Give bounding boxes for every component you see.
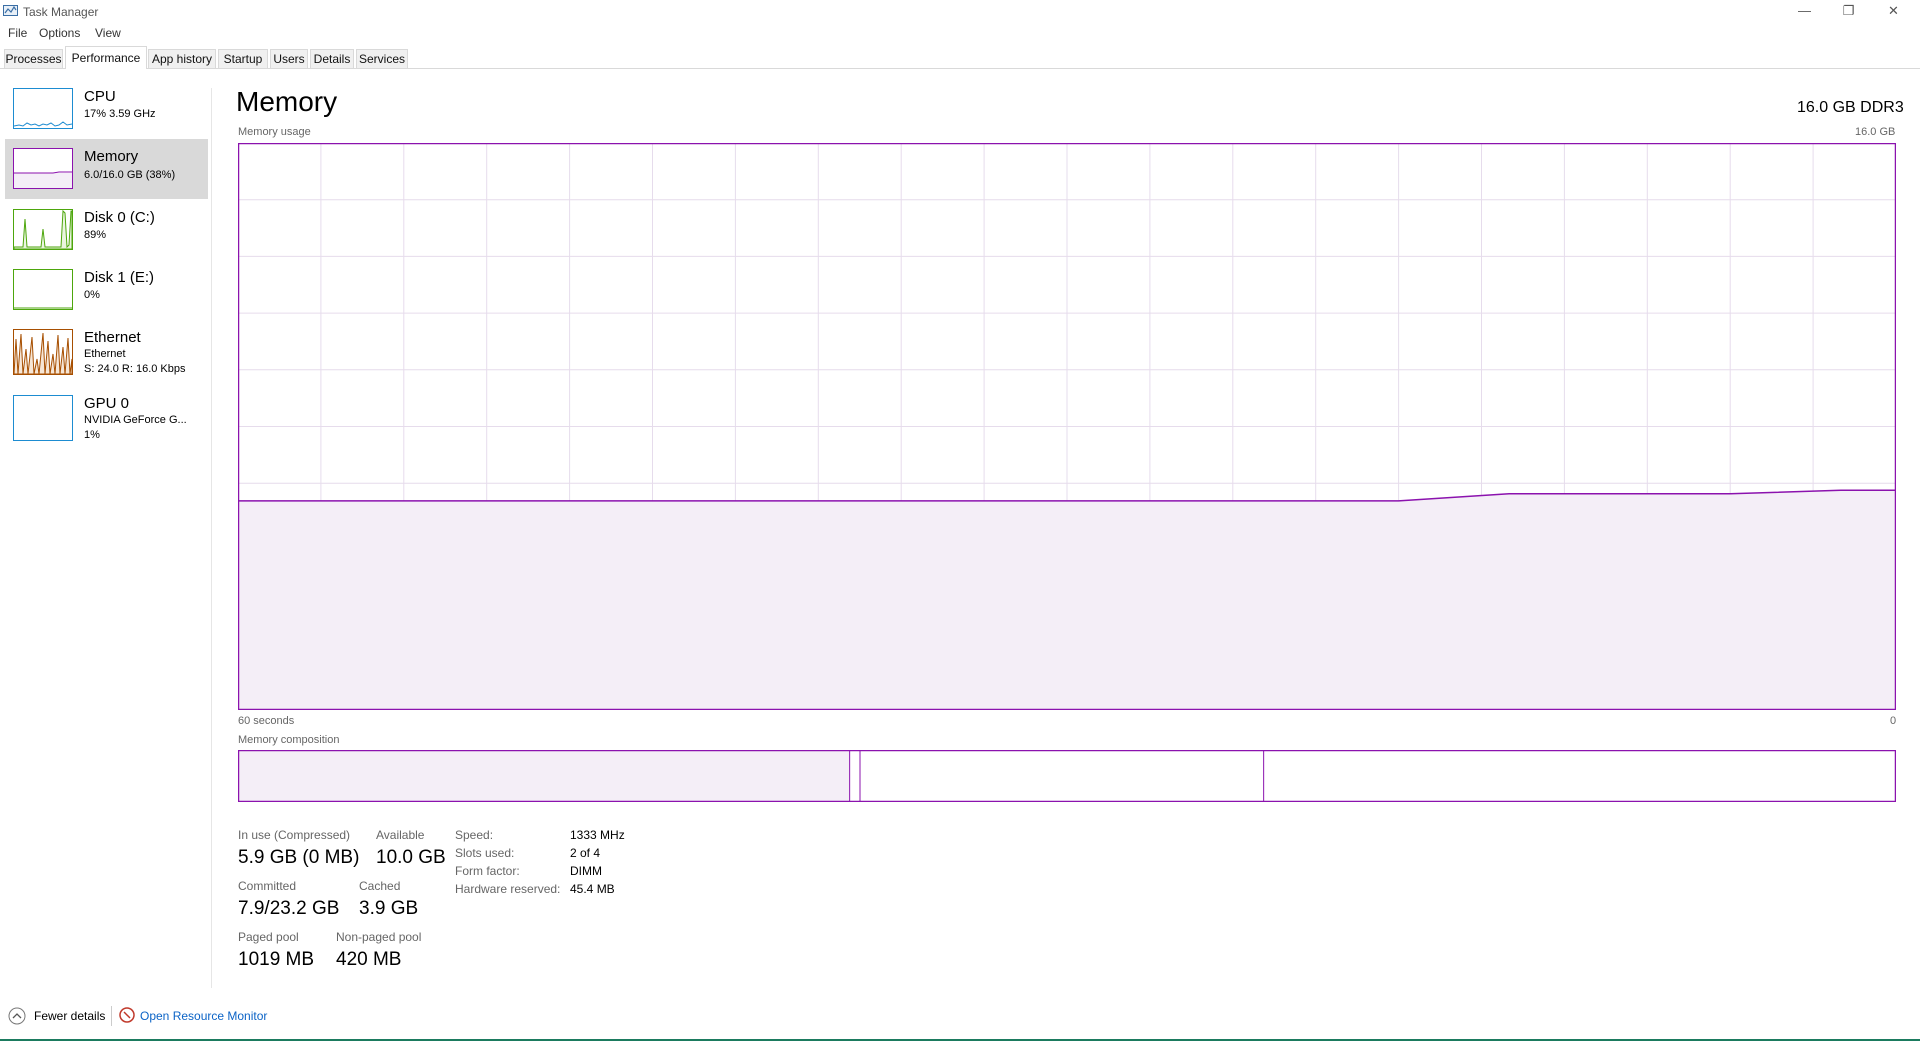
sidebar-item-cpu[interactable]: CPU 17% 3.59 GHz bbox=[5, 88, 208, 146]
sidebar-item-disk0[interactable]: Disk 0 (C:) 89% bbox=[5, 209, 208, 267]
usage-area bbox=[238, 490, 1896, 710]
sidebar-item-memory[interactable]: Memory 6.0/16.0 GB (38%) bbox=[5, 139, 208, 199]
hardware-reserved-label: Hardware reserved: bbox=[455, 882, 561, 896]
usage-chart-max: 16.0 GB bbox=[1855, 126, 1896, 138]
tab-processes[interactable]: Processes bbox=[4, 49, 63, 68]
ethernet-thumbnail-graph bbox=[13, 329, 73, 375]
tab-details[interactable]: Details bbox=[310, 49, 354, 68]
resource-sidebar: CPU 17% 3.59 GHz Memory 6.0/16.0 GB (38%… bbox=[0, 88, 210, 988]
menu-view[interactable]: View bbox=[95, 26, 121, 40]
sidebar-item-detail: 89% bbox=[84, 229, 107, 241]
fewer-details-button[interactable]: Fewer details bbox=[34, 1009, 105, 1023]
memory-composition-bar bbox=[238, 750, 1896, 802]
disk1-thumbnail-graph bbox=[13, 269, 73, 310]
restore-button[interactable]: ❐ bbox=[1826, 0, 1871, 22]
resource-monitor-icon[interactable] bbox=[119, 1007, 135, 1023]
sidebar-item-label: Disk 0 (C:) bbox=[84, 209, 155, 226]
form-factor-value: DIMM bbox=[570, 864, 602, 878]
composition-label: Memory composition bbox=[238, 734, 340, 746]
tab-app-history[interactable]: App history bbox=[148, 49, 216, 68]
slots-value: 2 of 4 bbox=[570, 846, 601, 860]
tab-users[interactable]: Users bbox=[270, 49, 308, 68]
speed-label: Speed: bbox=[455, 828, 494, 842]
chevron-up-icon[interactable] bbox=[8, 1007, 26, 1025]
sidebar-item-ethernet[interactable]: Ethernet Ethernet S: 24.0 R: 16.0 Kbps bbox=[5, 329, 208, 391]
speed-value: 1333 MHz bbox=[570, 828, 625, 842]
sidebar-item-throughput: S: 24.0 R: 16.0 Kbps bbox=[84, 363, 186, 375]
gpu-thumbnail-graph bbox=[13, 395, 73, 441]
close-button[interactable]: ✕ bbox=[1871, 0, 1916, 22]
x-axis-end-label: 0 bbox=[1890, 715, 1897, 727]
tab-strip: Processes Performance App history Startu… bbox=[0, 46, 1920, 69]
cached-value: 3.9 GB bbox=[359, 898, 419, 919]
in-use-label: In use (Compressed) bbox=[238, 828, 351, 842]
available-value: 10.0 GB bbox=[376, 847, 446, 868]
available-label: Available bbox=[376, 828, 425, 842]
slots-label: Slots used: bbox=[455, 846, 515, 860]
sidebar-divider bbox=[211, 88, 212, 988]
x-axis-start-label: 60 seconds bbox=[238, 715, 295, 727]
page-title: Memory bbox=[236, 86, 338, 117]
committed-label: Committed bbox=[238, 879, 297, 893]
minimize-button[interactable]: — bbox=[1782, 0, 1827, 22]
sidebar-item-usage: 1% bbox=[84, 429, 100, 441]
sidebar-item-detail: NVIDIA GeForce G... bbox=[84, 414, 187, 426]
sidebar-item-label: Memory bbox=[84, 148, 139, 165]
form-factor-label: Form factor: bbox=[455, 864, 520, 878]
in-use-value: 5.9 GB (0 MB) bbox=[238, 847, 360, 868]
cached-label: Cached bbox=[359, 879, 401, 893]
memory-thumbnail-graph bbox=[13, 148, 73, 189]
committed-value: 7.9/23.2 GB bbox=[238, 898, 340, 919]
composition-in-use bbox=[239, 751, 850, 801]
sidebar-item-label: GPU 0 bbox=[84, 395, 130, 412]
sidebar-item-disk1[interactable]: Disk 1 (E:) 0% bbox=[5, 269, 208, 327]
footer-divider bbox=[111, 1006, 112, 1026]
tab-performance[interactable]: Performance bbox=[65, 46, 147, 69]
disk0-thumbnail-graph bbox=[13, 209, 73, 250]
sidebar-item-gpu0[interactable]: GPU 0 NVIDIA GeForce G... 1% bbox=[5, 395, 208, 453]
open-resource-monitor-link[interactable]: Open Resource Monitor bbox=[140, 1009, 267, 1023]
nonpaged-pool-value: 420 MB bbox=[336, 949, 402, 970]
hardware-reserved-value: 45.4 MB bbox=[570, 882, 615, 896]
tab-startup[interactable]: Startup bbox=[218, 49, 268, 68]
sidebar-item-label: CPU bbox=[84, 88, 116, 105]
sidebar-item-detail: 0% bbox=[84, 289, 100, 301]
sidebar-item-detail: Ethernet bbox=[84, 348, 126, 360]
nonpaged-pool-label: Non-paged pool bbox=[336, 930, 422, 944]
memory-spec: 16.0 GB DDR3 bbox=[1797, 99, 1904, 116]
menu-options[interactable]: Options bbox=[39, 26, 80, 40]
window-title: Task Manager bbox=[23, 5, 99, 19]
paged-pool-value: 1019 MB bbox=[238, 949, 315, 970]
sidebar-item-detail: 17% 3.59 GHz bbox=[84, 108, 156, 120]
paged-pool-label: Paged pool bbox=[238, 930, 299, 944]
task-manager-icon bbox=[3, 5, 18, 16]
sidebar-item-detail: 6.0/16.0 GB (38%) bbox=[84, 169, 176, 181]
cpu-thumbnail-graph bbox=[13, 88, 73, 129]
title-bar: Task Manager — ❐ ✕ bbox=[0, 0, 1920, 24]
usage-chart-label: Memory usage bbox=[238, 126, 311, 138]
sidebar-item-label: Disk 1 (E:) bbox=[84, 269, 155, 286]
tab-services[interactable]: Services bbox=[356, 49, 408, 68]
footer-bar: Fewer details Open Resource Monitor bbox=[0, 1000, 1920, 1030]
memory-usage-chart bbox=[238, 143, 1896, 710]
menu-file[interactable]: File bbox=[8, 26, 27, 40]
sidebar-item-label: Ethernet bbox=[84, 329, 141, 346]
